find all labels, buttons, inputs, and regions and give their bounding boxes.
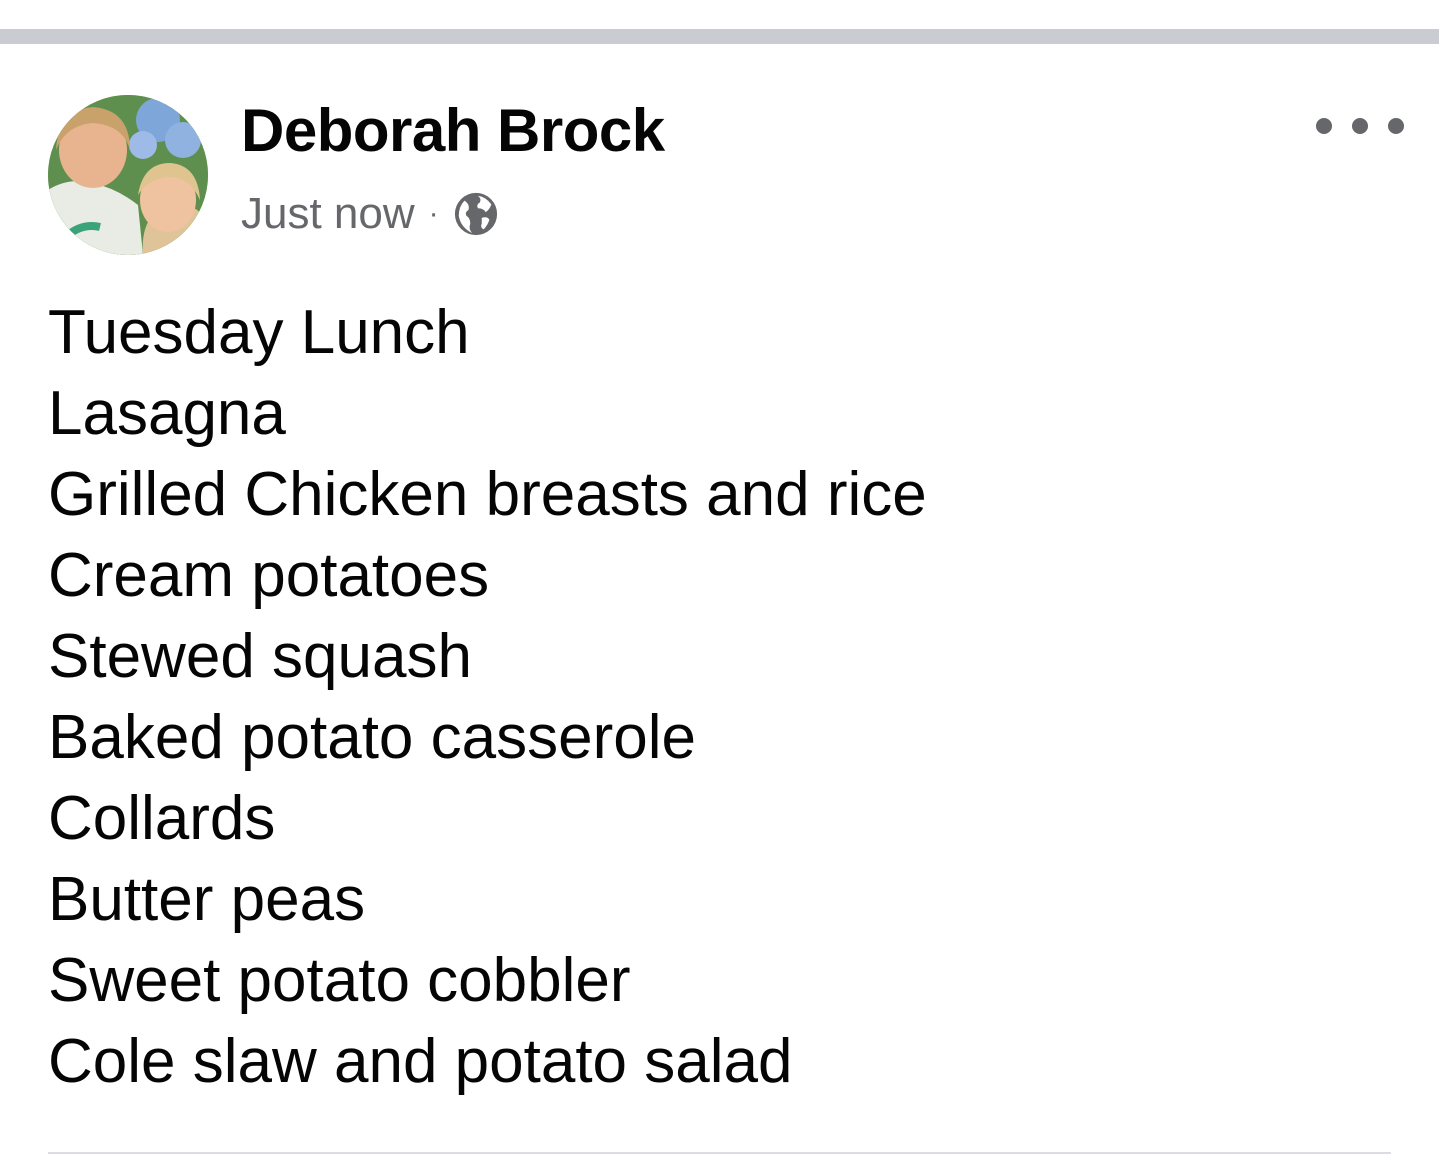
more-horizontal-icon — [1388, 118, 1404, 134]
post-text-line: Collards — [48, 784, 276, 853]
post-meta: Just now · — [241, 186, 499, 242]
post-card: Deborah Brock Just now · Tuesday Lunch L… — [0, 44, 1439, 1167]
post-text-line: Lasagna — [48, 379, 286, 448]
post-text-line: Sweet potato cobbler — [48, 946, 631, 1015]
author-name[interactable]: Deborah Brock — [241, 96, 665, 165]
post-divider — [48, 1152, 1391, 1154]
post-text-line: Stewed squash — [48, 622, 472, 691]
more-horizontal-icon — [1352, 118, 1368, 134]
post-text-line: Baked potato casserole — [48, 703, 696, 772]
avatar-photo — [48, 95, 208, 255]
avatar[interactable] — [48, 95, 208, 255]
more-options-button[interactable] — [1316, 108, 1404, 144]
post-text-line: Cream potatoes — [48, 541, 490, 610]
post-timestamp[interactable]: Just now — [241, 189, 415, 239]
post-text-line: Butter peas — [48, 865, 366, 934]
feed-divider — [0, 29, 1439, 44]
post-text-line: Cole slaw and potato salad — [48, 1027, 793, 1096]
post-body: Tuesday Lunch Lasagna Grilled Chicken br… — [48, 292, 927, 1102]
post-text-line: Grilled Chicken breasts and rice — [48, 460, 927, 529]
globe-icon[interactable] — [453, 191, 499, 237]
more-horizontal-icon — [1316, 118, 1332, 134]
post-text-line: Tuesday Lunch — [48, 298, 470, 367]
meta-separator: · — [428, 197, 439, 230]
